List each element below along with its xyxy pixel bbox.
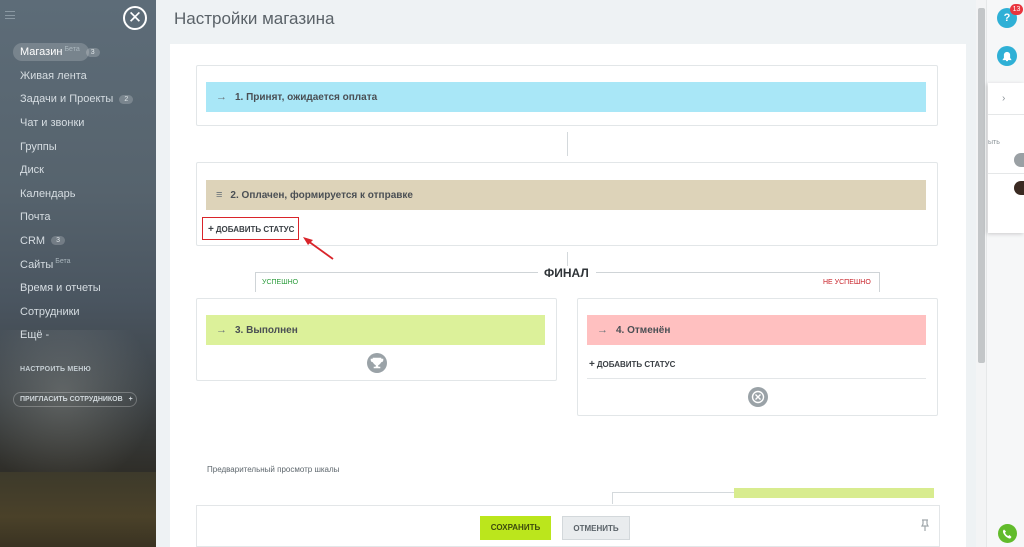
phone-icon[interactable] — [998, 524, 1017, 543]
sidebar-item-label: Диск — [20, 164, 44, 177]
status-1-bar[interactable]: → 1. Принят, ожидается оплата — [206, 82, 926, 112]
sidebar-menu: Магазин Бета 3 Живая лента Задачи и Прое… — [13, 40, 153, 347]
cancel-circle-icon — [748, 387, 768, 407]
sidebar-item-label: Группы — [20, 140, 57, 153]
connector-line — [567, 132, 568, 156]
pin-icon[interactable] — [921, 519, 929, 534]
final-title: ФИНАЛ — [538, 266, 595, 280]
status-4-bar[interactable]: → 4. Отменён — [587, 315, 926, 345]
sidebar-item-more[interactable]: Ещё - — [13, 324, 153, 348]
beta-badge: Бета — [55, 258, 71, 266]
annotation-arrow-icon — [303, 237, 334, 260]
sidebar-item-tasks[interactable]: Задачи и Проекты 2 — [13, 88, 153, 112]
preview-bar — [734, 488, 934, 498]
sidebar-item-crm[interactable]: CRM 3 — [13, 229, 153, 253]
status-3-bar[interactable]: → 3. Выполнен — [206, 315, 545, 345]
plus-icon: + — [128, 396, 133, 403]
sidebar-item-time-reports[interactable]: Время и отчеты — [13, 276, 153, 300]
popup-text: ыть — [988, 139, 1000, 146]
menu-icon[interactable] — [5, 11, 15, 19]
close-icon: ✕ — [127, 8, 143, 27]
highlight-frame — [202, 217, 299, 240]
divider — [988, 114, 1024, 115]
help-label: ? — [1003, 12, 1011, 24]
sidebar-item-feed[interactable]: Живая лента — [13, 64, 153, 88]
status-label: 4. Отменён — [616, 324, 671, 336]
trophy-icon — [367, 353, 387, 373]
sidebar-item-label: Сайты — [20, 258, 54, 271]
sidebar-item-label: Чат и звонки — [20, 116, 85, 129]
sidebar-item-label: Задачи и Проекты — [20, 93, 114, 106]
beta-badge: Бета — [64, 45, 80, 53]
sidebar-item-label: Почта — [20, 211, 51, 224]
avatar[interactable] — [1014, 181, 1024, 195]
sidebar-background-field — [0, 472, 156, 547]
divider — [988, 173, 1024, 174]
sidebar-item-label: Календарь — [20, 187, 76, 200]
counter-badge: 3 — [85, 47, 100, 57]
sidebar-item-mail[interactable]: Почта — [13, 206, 153, 230]
sidebar-item-employees[interactable]: Сотрудники — [13, 300, 153, 324]
sidebar-item-chat[interactable]: Чат и звонки — [13, 111, 153, 135]
sidebar-item-label: Магазин — [20, 46, 63, 58]
status-label: 2. Оплачен, формируется к отправке — [230, 189, 413, 201]
close-slider-button[interactable]: ✕ — [123, 6, 147, 30]
sidebar-item-label: Живая лента — [20, 69, 87, 82]
invite-label: ПРИГЛАСИТЬ СОТРУДНИКОВ — [20, 396, 123, 403]
right-popup: › ыть — [988, 83, 1024, 233]
notification-badge: 13 — [1010, 4, 1023, 15]
sidebar-item-sites[interactable]: Сайты Бета — [13, 253, 153, 277]
add-status-label: ДОБАВИТЬ СТАТУС — [596, 360, 676, 369]
drag-handle-icon[interactable]: ≡ — [216, 189, 222, 201]
plus-icon: + — [589, 359, 595, 370]
sidebar-item-label: Время и отчеты — [20, 282, 101, 295]
status-label: 1. Принят, ожидается оплата — [235, 91, 378, 103]
sidebar-item-disk[interactable]: Диск — [13, 158, 153, 182]
status-2-bar[interactable]: ≡ 2. Оплачен, формируется к отправке — [206, 180, 926, 210]
chevron-right-icon[interactable]: › — [1002, 93, 1005, 104]
sidebar-item-label: Сотрудники — [20, 305, 80, 318]
preview-label: Предварительный просмотр шкалы — [207, 465, 340, 474]
invite-employees-button[interactable]: ПРИГЛАСИТЬ СОТРУДНИКОВ + — [13, 392, 137, 407]
arrow-right-icon: → — [216, 324, 227, 336]
cancel-button[interactable]: ОТМЕНИТЬ — [562, 516, 630, 540]
add-status-button[interactable]: + ДОБАВИТЬ СТАТУС — [589, 359, 675, 370]
sidebar-item-label: Ещё - — [20, 329, 50, 342]
sidebar-item-calendar[interactable]: Календарь — [13, 182, 153, 206]
save-button[interactable]: СОХРАНИТЬ — [480, 516, 551, 540]
configure-menu-link[interactable]: НАСТРОИТЬ МЕНЮ — [20, 366, 91, 373]
status-label: 3. Выполнен — [235, 324, 298, 336]
divider — [587, 378, 926, 379]
counter-badge: 3 — [51, 236, 65, 246]
avatar[interactable] — [1014, 153, 1024, 167]
fail-label: НЕ УСПЕШНО — [823, 279, 871, 286]
left-sidebar: Магазин Бета 3 Живая лента Задачи и Прое… — [0, 0, 156, 547]
arrow-right-icon: → — [216, 91, 227, 103]
sidebar-background-haze — [0, 330, 156, 490]
connector-line — [567, 252, 568, 266]
counter-badge: 2 — [119, 94, 134, 104]
sidebar-item-shop[interactable]: Магазин Бета 3 — [13, 43, 100, 61]
bell-icon[interactable] — [997, 46, 1017, 66]
preview-connector — [612, 492, 734, 504]
sidebar-item-label: CRM — [20, 234, 46, 247]
page-title: Настройки магазина — [174, 9, 335, 28]
sidebar-item-groups[interactable]: Группы — [13, 135, 153, 159]
arrow-right-icon: → — [597, 324, 608, 336]
scrollbar-thumb[interactable] — [978, 8, 985, 363]
success-label: УСПЕШНО — [262, 279, 299, 286]
